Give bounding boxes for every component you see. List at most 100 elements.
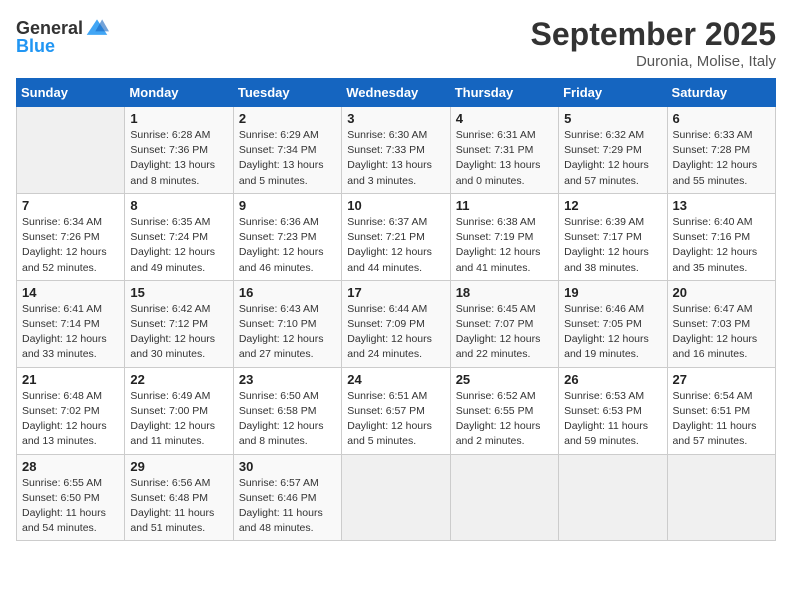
calendar-cell: 25 Sunrise: 6:52 AM Sunset: 6:55 PM Dayli… (450, 367, 558, 454)
calendar-cell: 11 Sunrise: 6:38 AM Sunset: 7:19 PM Dayli… (450, 193, 558, 280)
calendar-table: SundayMondayTuesdayWednesdayThursdayFrid… (16, 78, 776, 541)
day-info: Sunrise: 6:56 AM Sunset: 6:48 PM Dayligh… (130, 476, 227, 537)
day-number: 14 (22, 285, 119, 300)
day-number: 10 (347, 198, 444, 213)
day-info: Sunrise: 6:46 AM Sunset: 7:05 PM Dayligh… (564, 302, 661, 363)
day-info: Sunrise: 6:34 AM Sunset: 7:26 PM Dayligh… (22, 215, 119, 276)
calendar-cell: 9Sunrise: 6:36 AM Sunset: 7:23 PM Daylig… (233, 193, 341, 280)
day-number: 17 (347, 285, 444, 300)
calendar-cell: 12 Sunrise: 6:39 AM Sunset: 7:17 PM Dayli… (559, 193, 667, 280)
day-info: Sunrise: 6:52 AM Sunset: 6:55 PM Dayligh… (456, 389, 553, 450)
day-info: Sunrise: 6:40 AM Sunset: 7:16 PM Dayligh… (673, 215, 770, 276)
day-info: Sunrise: 6:47 AM Sunset: 7:03 PM Dayligh… (673, 302, 770, 363)
day-info: Sunrise: 6:53 AM Sunset: 6:53 PM Dayligh… (564, 389, 661, 450)
calendar-cell: 15 Sunrise: 6:42 AM Sunset: 7:12 PM Dayli… (125, 280, 233, 367)
calendar-cell: 19 Sunrise: 6:46 AM Sunset: 7:05 PM Dayli… (559, 280, 667, 367)
day-info: Sunrise: 6:45 AM Sunset: 7:07 PM Dayligh… (456, 302, 553, 363)
day-info: Sunrise: 6:41 AM Sunset: 7:14 PM Dayligh… (22, 302, 119, 363)
calendar-cell: 30 Sunrise: 6:57 AM Sunset: 6:46 PM Dayli… (233, 454, 341, 541)
day-header-thursday: Thursday (450, 79, 558, 107)
calendar-cell: 7 Sunrise: 6:34 AM Sunset: 7:26 PM Daylig… (17, 193, 125, 280)
calendar-cell: 22 Sunrise: 6:49 AM Sunset: 7:00 PM Dayli… (125, 367, 233, 454)
day-info: Sunrise: 6:33 AM Sunset: 7:28 PM Dayligh… (673, 128, 770, 189)
days-header-row: SundayMondayTuesdayWednesdayThursdayFrid… (17, 79, 776, 107)
calendar-cell: 18Sunrise: 6:45 AM Sunset: 7:07 PM Dayli… (450, 280, 558, 367)
day-number: 15 (130, 285, 227, 300)
day-number: 11 (456, 198, 553, 213)
calendar-cell: 1Sunrise: 6:28 AM Sunset: 7:36 PM Daylig… (125, 107, 233, 194)
day-number: 16 (239, 285, 336, 300)
calendar-cell: 26 Sunrise: 6:53 AM Sunset: 6:53 PM Dayli… (559, 367, 667, 454)
day-info: Sunrise: 6:49 AM Sunset: 7:00 PM Dayligh… (130, 389, 227, 450)
calendar-cell (342, 454, 450, 541)
calendar-cell (450, 454, 558, 541)
title-block: September 2025 Duronia, Molise, Italy (531, 16, 776, 70)
calendar-cell: 27 Sunrise: 6:54 AM Sunset: 6:51 PM Dayli… (667, 367, 775, 454)
logo: General Blue (16, 16, 109, 57)
week-row-3: 14 Sunrise: 6:41 AM Sunset: 7:14 PM Dayli… (17, 280, 776, 367)
day-info: Sunrise: 6:55 AM Sunset: 6:50 PM Dayligh… (22, 476, 119, 537)
day-number: 7 (22, 198, 119, 213)
day-number: 3 (347, 111, 444, 126)
calendar-cell: 5 Sunrise: 6:32 AM Sunset: 7:29 PM Daylig… (559, 107, 667, 194)
calendar-cell: 4 Sunrise: 6:31 AM Sunset: 7:31 PM Daylig… (450, 107, 558, 194)
day-number: 2 (239, 111, 336, 126)
day-info: Sunrise: 6:37 AM Sunset: 7:21 PM Dayligh… (347, 215, 444, 276)
calendar-cell: 13Sunrise: 6:40 AM Sunset: 7:16 PM Dayli… (667, 193, 775, 280)
day-number: 25 (456, 372, 553, 387)
month-title: September 2025 (531, 16, 776, 53)
day-info: Sunrise: 6:29 AM Sunset: 7:34 PM Dayligh… (239, 128, 336, 189)
day-number: 12 (564, 198, 661, 213)
day-number: 9 (239, 198, 336, 213)
calendar-cell: 3 Sunrise: 6:30 AM Sunset: 7:33 PM Daylig… (342, 107, 450, 194)
calendar-cell: 23Sunrise: 6:50 AM Sunset: 6:58 PM Dayli… (233, 367, 341, 454)
day-number: 22 (130, 372, 227, 387)
day-header-wednesday: Wednesday (342, 79, 450, 107)
day-info: Sunrise: 6:57 AM Sunset: 6:46 PM Dayligh… (239, 476, 336, 537)
day-info: Sunrise: 6:48 AM Sunset: 7:02 PM Dayligh… (22, 389, 119, 450)
day-info: Sunrise: 6:35 AM Sunset: 7:24 PM Dayligh… (130, 215, 227, 276)
day-info: Sunrise: 6:30 AM Sunset: 7:33 PM Dayligh… (347, 128, 444, 189)
day-info: Sunrise: 6:38 AM Sunset: 7:19 PM Dayligh… (456, 215, 553, 276)
week-row-4: 21Sunrise: 6:48 AM Sunset: 7:02 PM Dayli… (17, 367, 776, 454)
week-row-1: 1Sunrise: 6:28 AM Sunset: 7:36 PM Daylig… (17, 107, 776, 194)
day-info: Sunrise: 6:39 AM Sunset: 7:17 PM Dayligh… (564, 215, 661, 276)
day-number: 30 (239, 459, 336, 474)
week-row-2: 7 Sunrise: 6:34 AM Sunset: 7:26 PM Daylig… (17, 193, 776, 280)
day-number: 24 (347, 372, 444, 387)
day-number: 23 (239, 372, 336, 387)
day-header-tuesday: Tuesday (233, 79, 341, 107)
calendar-cell: 6 Sunrise: 6:33 AM Sunset: 7:28 PM Daylig… (667, 107, 775, 194)
calendar-cell: 10 Sunrise: 6:37 AM Sunset: 7:21 PM Dayli… (342, 193, 450, 280)
day-info: Sunrise: 6:42 AM Sunset: 7:12 PM Dayligh… (130, 302, 227, 363)
day-number: 26 (564, 372, 661, 387)
week-row-5: 28Sunrise: 6:55 AM Sunset: 6:50 PM Dayli… (17, 454, 776, 541)
day-info: Sunrise: 6:43 AM Sunset: 7:10 PM Dayligh… (239, 302, 336, 363)
day-info: Sunrise: 6:51 AM Sunset: 6:57 PM Dayligh… (347, 389, 444, 450)
calendar-cell: 17Sunrise: 6:44 AM Sunset: 7:09 PM Dayli… (342, 280, 450, 367)
calendar-cell: 21Sunrise: 6:48 AM Sunset: 7:02 PM Dayli… (17, 367, 125, 454)
day-number: 19 (564, 285, 661, 300)
calendar-cell: 24 Sunrise: 6:51 AM Sunset: 6:57 PM Dayli… (342, 367, 450, 454)
calendar-cell (559, 454, 667, 541)
day-number: 8 (130, 198, 227, 213)
page-header: General Blue September 2025 Duronia, Mol… (16, 16, 776, 70)
day-info: Sunrise: 6:32 AM Sunset: 7:29 PM Dayligh… (564, 128, 661, 189)
day-header-friday: Friday (559, 79, 667, 107)
day-info: Sunrise: 6:31 AM Sunset: 7:31 PM Dayligh… (456, 128, 553, 189)
calendar-cell: 8 Sunrise: 6:35 AM Sunset: 7:24 PM Daylig… (125, 193, 233, 280)
day-number: 4 (456, 111, 553, 126)
calendar-cell: 28Sunrise: 6:55 AM Sunset: 6:50 PM Dayli… (17, 454, 125, 541)
day-header-monday: Monday (125, 79, 233, 107)
calendar-cell (17, 107, 125, 194)
calendar-cell: 20Sunrise: 6:47 AM Sunset: 7:03 PM Dayli… (667, 280, 775, 367)
day-number: 5 (564, 111, 661, 126)
day-number: 1 (130, 111, 227, 126)
logo-blue: Blue (16, 36, 55, 57)
day-info: Sunrise: 6:54 AM Sunset: 6:51 PM Dayligh… (673, 389, 770, 450)
day-number: 27 (673, 372, 770, 387)
day-number: 29 (130, 459, 227, 474)
calendar-cell: 16 Sunrise: 6:43 AM Sunset: 7:10 PM Dayli… (233, 280, 341, 367)
day-number: 6 (673, 111, 770, 126)
day-header-saturday: Saturday (667, 79, 775, 107)
